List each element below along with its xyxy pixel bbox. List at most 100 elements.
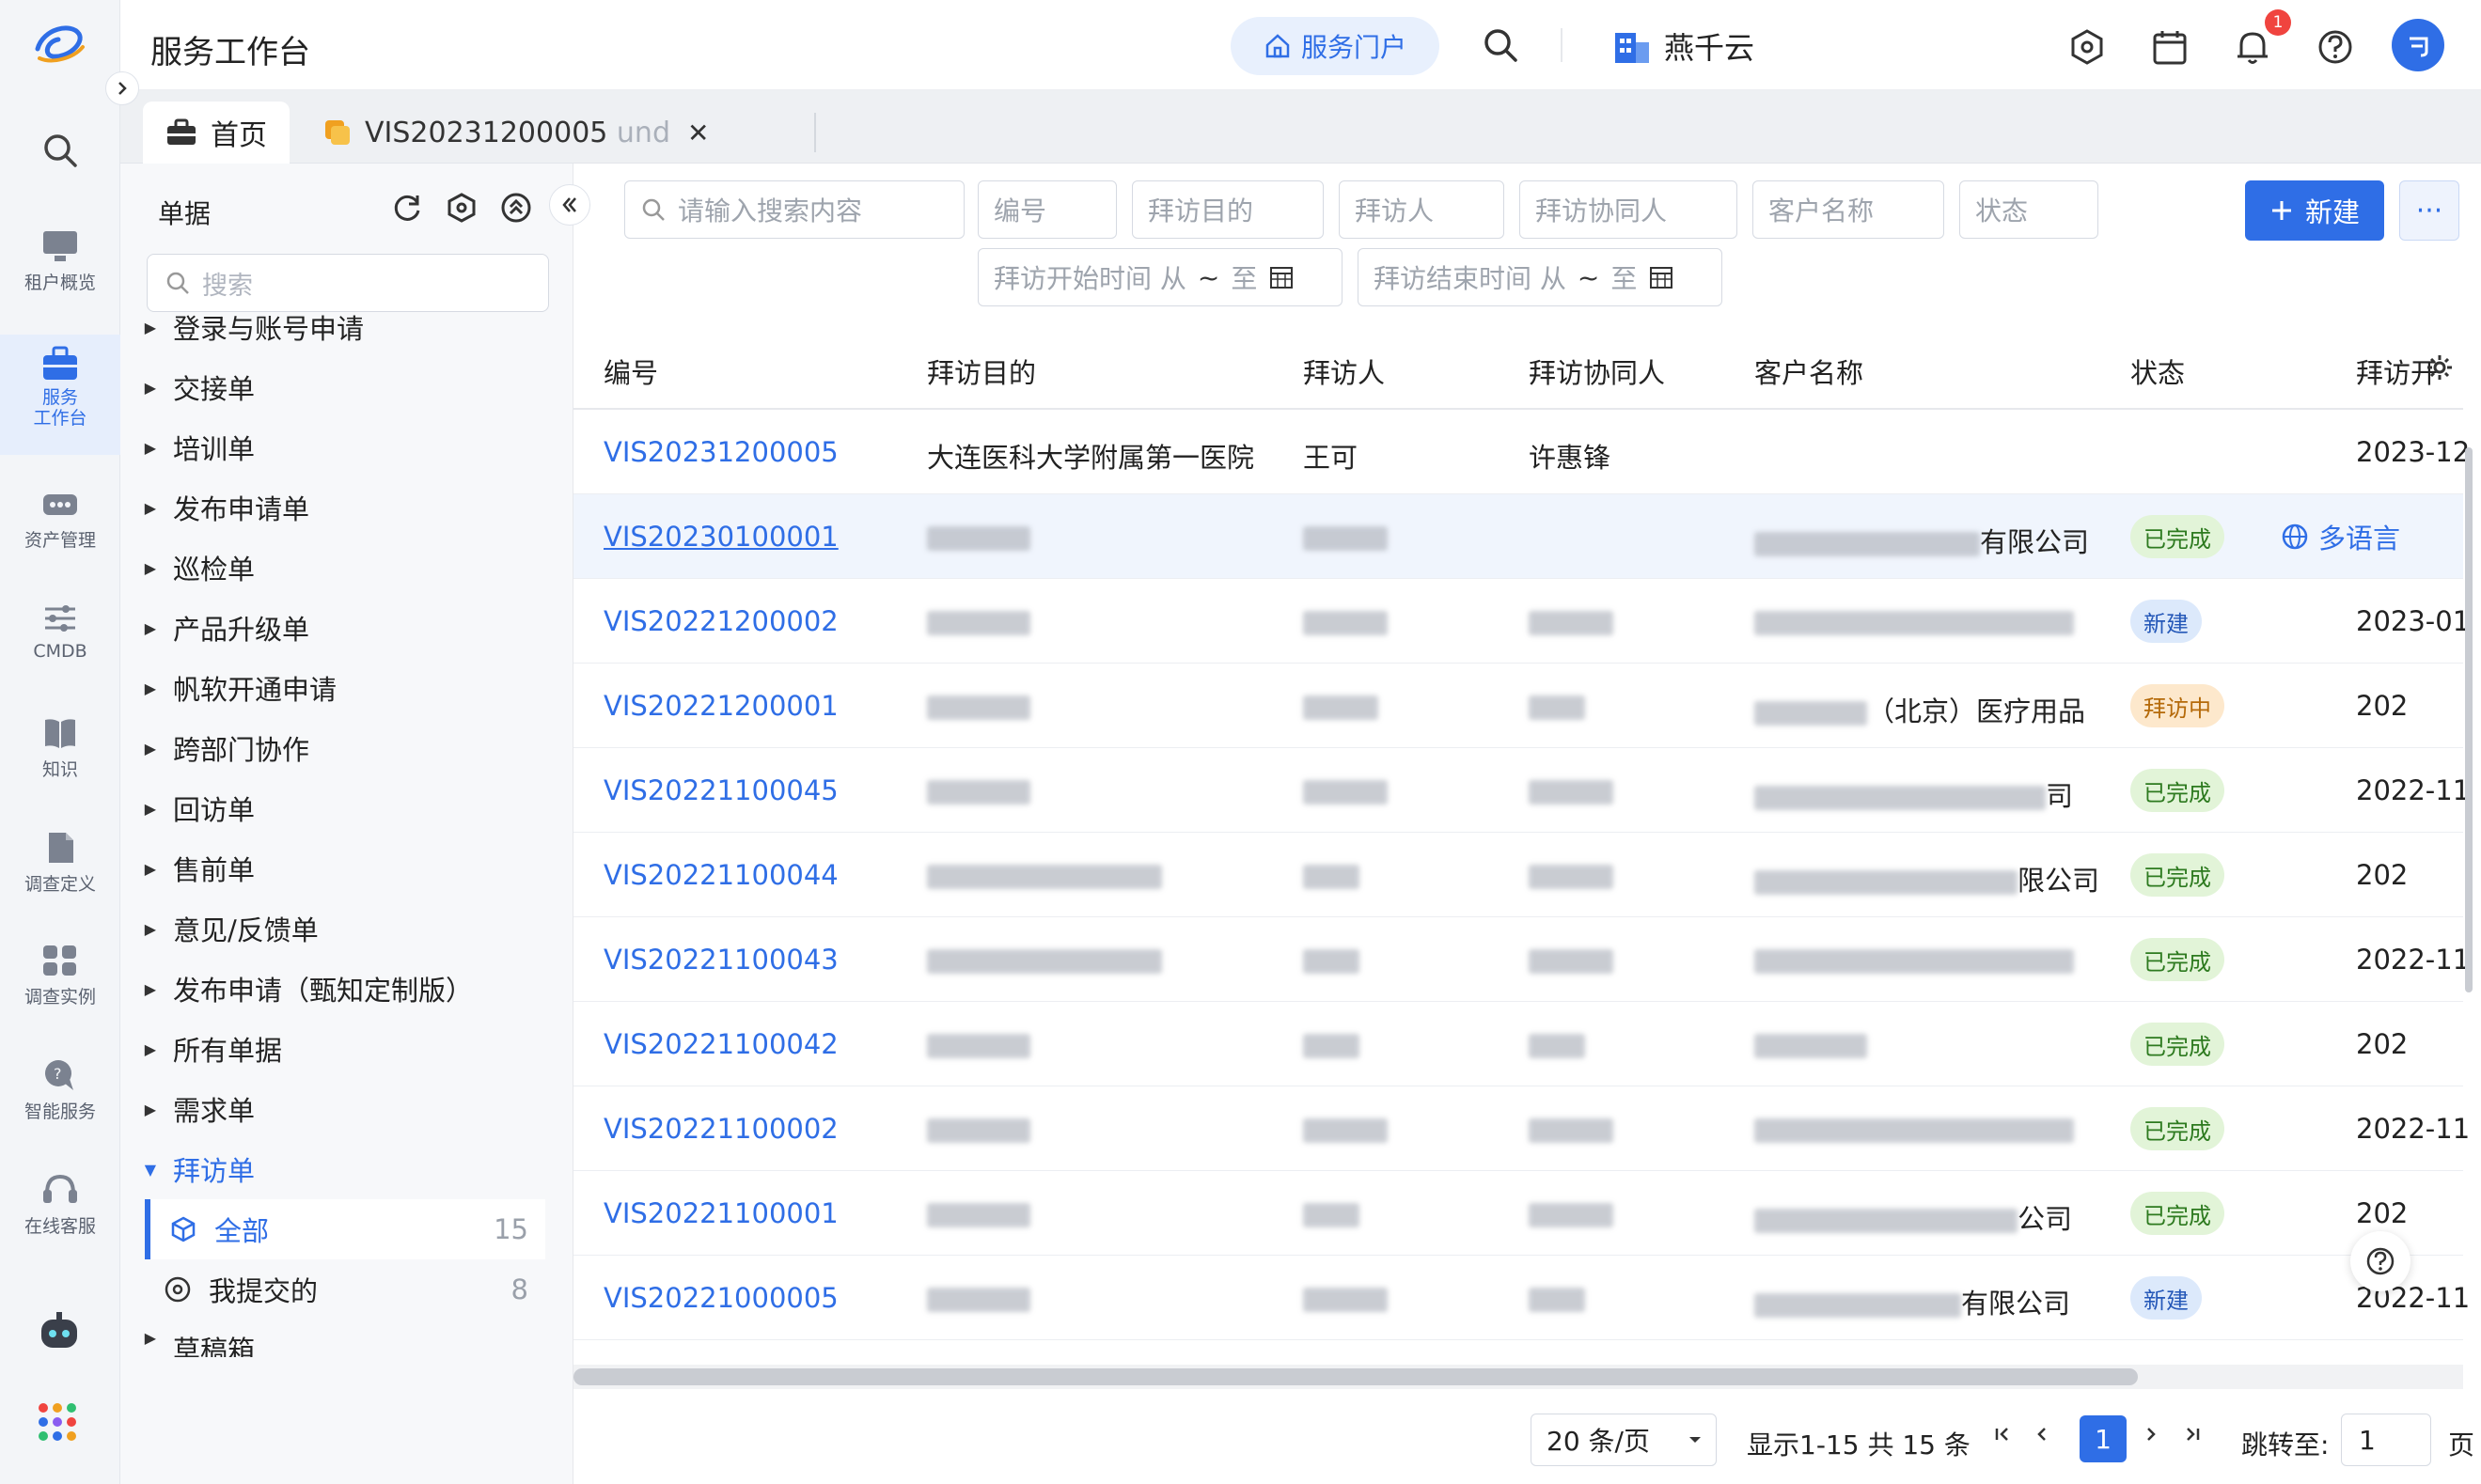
search-icon[interactable] [1482, 26, 1519, 64]
page-size-select[interactable]: 20 条/页 [1531, 1414, 1717, 1466]
table-row[interactable]: VIS20221100002 已完成 2022-11 [573, 1086, 2470, 1171]
record-code-link[interactable]: VIS20221100045 [604, 774, 839, 806]
org-switcher[interactable]: 燕千云 [1613, 24, 1754, 68]
record-code-link[interactable]: VIS20221200001 [604, 690, 839, 722]
column-header[interactable]: 拜访协同人 [1529, 351, 1665, 391]
floating-help-button[interactable] [2350, 1231, 2410, 1291]
first-page-icon[interactable] [1991, 1423, 2014, 1445]
next-page-icon[interactable] [2140, 1423, 2162, 1445]
table-row[interactable]: VIS20221200002 新建 2023-01 [573, 579, 2470, 664]
record-code-link[interactable]: VIS20221100044 [604, 859, 839, 891]
more-button[interactable]: ··· [2399, 180, 2459, 241]
nav-survey-instance[interactable]: 调查实例 [0, 944, 120, 1008]
language-link[interactable]: 多语言 [2281, 517, 2400, 556]
filter-co-visitor[interactable]: 拜访协同人 [1519, 180, 1737, 239]
nav-expand-button[interactable] [105, 71, 139, 105]
record-code-link[interactable]: VIS20221100002 [604, 1113, 839, 1145]
collapse-all-icon[interactable] [500, 192, 532, 224]
filter-purpose[interactable]: 拜访目的 [1132, 180, 1324, 239]
filter-code[interactable]: 编号 [978, 180, 1117, 239]
current-page[interactable]: 1 [2080, 1415, 2127, 1462]
horizontal-scrollbar[interactable] [573, 1365, 2463, 1389]
close-icon[interactable]: ✕ [687, 117, 709, 148]
filter-visitor[interactable]: 拜访人 [1339, 180, 1504, 239]
filter-status[interactable]: 状态 [1959, 180, 2098, 239]
tree-node[interactable]: ▶ 意见/反馈单 [120, 898, 573, 959]
calendar-icon[interactable] [2151, 28, 2189, 66]
prev-page-icon[interactable] [2031, 1423, 2053, 1445]
app-launcher-icon[interactable] [36, 1400, 79, 1444]
hexagon-settings-icon[interactable] [446, 192, 478, 224]
record-code-link[interactable]: VIS20230100001 [604, 521, 839, 553]
column-header[interactable]: 拜访目的 [927, 351, 1036, 391]
record-code-link[interactable]: VIS20231200005 [604, 436, 839, 468]
new-button[interactable]: 新建 [2245, 180, 2384, 241]
tree-node[interactable]: ▶ 草稿箱 [120, 1320, 573, 1357]
table-row[interactable]: VIS20230100001 有限公司 已完成 多语言 [573, 494, 2463, 579]
tree-node[interactable]: ▶ 培训单 [120, 417, 573, 477]
search-input[interactable]: 请输入搜索内容 [624, 180, 965, 239]
hexagon-settings-icon[interactable] [2068, 28, 2106, 66]
tree-node[interactable]: ▶ 售前单 [120, 838, 573, 898]
tree-collapse-button[interactable] [549, 184, 590, 226]
refresh-icon[interactable] [391, 192, 423, 224]
robot-icon[interactable] [36, 1310, 83, 1351]
vertical-scrollbar[interactable] [2463, 410, 2474, 1361]
scrollbar-thumb[interactable] [573, 1368, 2138, 1385]
tree-node[interactable]: ▶ 登录与账号申请 [120, 297, 573, 357]
nav-online-support[interactable]: 在线客服 [0, 1173, 120, 1238]
avatar[interactable] [2392, 19, 2444, 71]
search-icon[interactable] [41, 132, 79, 169]
column-header[interactable]: 客户名称 [1754, 351, 1863, 391]
table-row[interactable]: VIS20221000005 有限公司 新建 2022-11 [573, 1256, 2470, 1340]
tree-node[interactable]: ▶ 帆软开通申请 [120, 658, 573, 718]
nav-knowledge[interactable]: 知识 [0, 716, 120, 781]
column-header[interactable]: 拜访人 [1303, 351, 1385, 391]
tree-node[interactable]: ▶ 巡检单 [120, 538, 573, 598]
tree-node[interactable]: ▶ 回访单 [120, 778, 573, 838]
nav-cmdb[interactable]: CMDB [0, 601, 120, 662]
tree-node[interactable]: ▶ 发布申请单 [120, 477, 573, 538]
record-code-link[interactable]: VIS20221200002 [604, 605, 839, 637]
table-row[interactable]: VIS20231200005 大连医科大学附属第一医院 王可 许惠锋 2023-… [573, 410, 2470, 494]
record-code-link[interactable]: VIS20221000005 [604, 1282, 839, 1314]
nav-tenant-overview[interactable]: 租户概览 [0, 229, 120, 294]
column-header[interactable]: 编号 [604, 351, 658, 391]
tree-node[interactable]: ▶ 跨部门协作 [120, 718, 573, 778]
nav-asset-management[interactable]: 资产管理 [0, 487, 120, 552]
filter-end-range[interactable]: 拜访结束时间 从 ~ 至 [1358, 248, 1722, 306]
table-row[interactable]: VIS20221200001 （北京）医疗用品 拜访中 202 [573, 664, 2463, 748]
nav-survey-definition[interactable]: 调查定义 [0, 831, 120, 896]
record-code-link[interactable]: VIS20221100043 [604, 944, 839, 976]
nav-service-workbench[interactable]: 服务 工作台 [0, 335, 120, 455]
record-code-link[interactable]: VIS20221100042 [604, 1028, 839, 1060]
tree-node-expanded[interactable]: ▼ 拜访单 [120, 1139, 573, 1199]
table-row[interactable]: VIS20221100044 限公司 已完成 202 [573, 833, 2463, 917]
scrollbar-thumb[interactable] [2465, 447, 2473, 992]
bell-icon[interactable] [2234, 28, 2271, 66]
tree-node[interactable]: ▶ 所有单据 [120, 1019, 573, 1079]
filter-customer[interactable]: 客户名称 [1752, 180, 1944, 239]
column-header[interactable]: 状态 [2130, 351, 2185, 391]
table-row[interactable]: VIS20221100001 公司 已完成 202 [573, 1171, 2463, 1256]
tree-child-all[interactable]: 全部 15 [145, 1199, 545, 1259]
help-icon[interactable] [2316, 28, 2354, 66]
filter-start-range[interactable]: 拜访开始时间 从 ~ 至 [978, 248, 1343, 306]
table-row[interactable]: VIS20221100043 已完成 2022-11 [573, 917, 2470, 1002]
tree-node[interactable]: ▶ 需求单 [120, 1079, 573, 1139]
tab-home[interactable]: 首页 [143, 102, 290, 164]
table-row[interactable]: VIS20221100045 司 已完成 2022-11 [573, 748, 2470, 833]
record-code-link[interactable]: VIS20221100001 [604, 1197, 839, 1229]
tree-node[interactable]: ▶ 发布申请（甄知定制版） [120, 959, 573, 1019]
gear-icon[interactable] [2426, 353, 2454, 382]
table-row[interactable]: VIS20221100042 已完成 202 [573, 1002, 2463, 1086]
jump-page-input[interactable]: 1 [2341, 1414, 2431, 1466]
tree-child-submitted[interactable]: 我提交的 8 [145, 1259, 545, 1320]
tree-node[interactable]: ▶ 产品升级单 [120, 598, 573, 658]
tree-node[interactable]: ▶ 交接单 [120, 357, 573, 417]
service-portal-button[interactable]: 服务门户 [1231, 17, 1439, 75]
nav-smart-service[interactable]: ? 智能服务 [0, 1058, 120, 1123]
tab-record[interactable]: VIS20231200005 und ✕ [301, 102, 731, 164]
redacted-text [1303, 611, 1388, 635]
last-page-icon[interactable] [2181, 1423, 2204, 1445]
